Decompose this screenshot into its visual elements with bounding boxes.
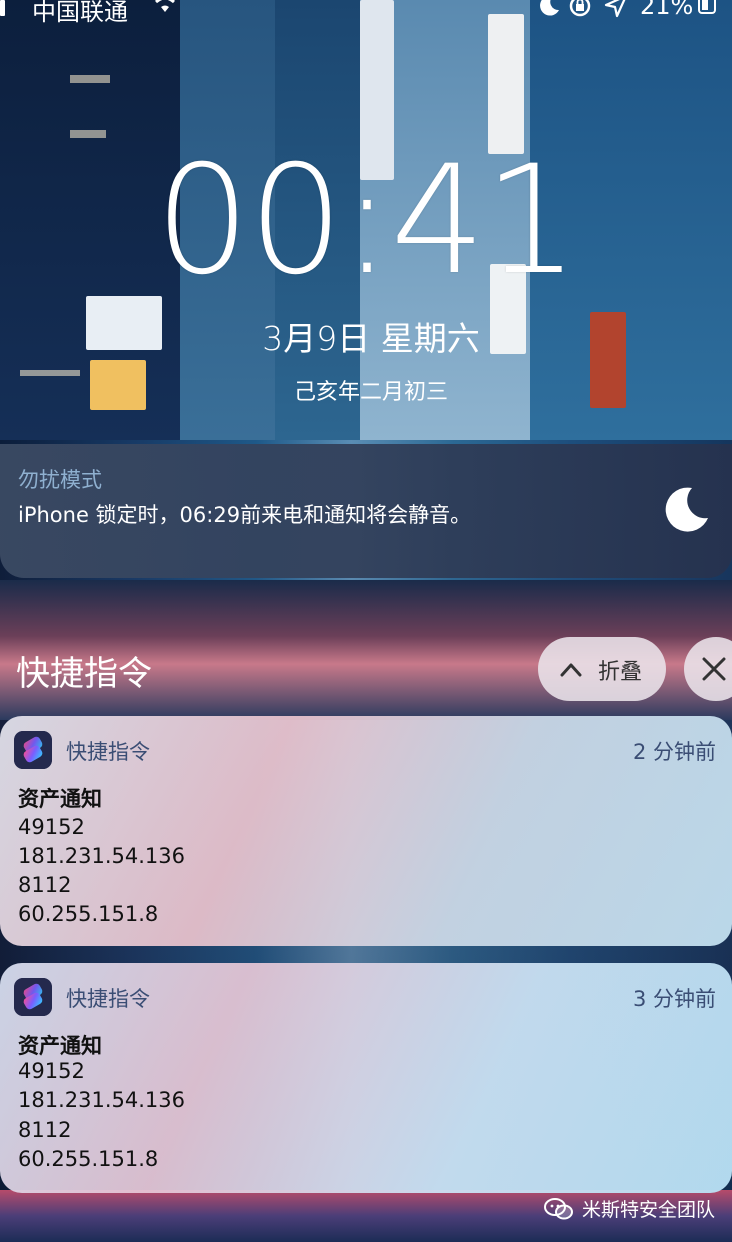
notification-group-title: 快捷指令	[16, 654, 152, 694]
notification-title: 资产通知	[18, 787, 102, 811]
notification-body-line: 60.255.151.8	[18, 902, 159, 926]
notification-body-line: 181.231.54.136	[18, 1088, 185, 1112]
wechat-icon	[544, 1198, 573, 1220]
wechat-watermark: 米斯特安全团队	[544, 1195, 724, 1223]
dnd-banner-message: iPhone 锁定时，06:29前来电和通知将会静音。	[18, 503, 472, 527]
wallpaper-sign	[488, 14, 524, 154]
notification-card[interactable]: 快捷指令 2 分钟前 资产通知 49152 181.231.54.136 811…	[0, 716, 732, 946]
carrier-name: 中国联通	[32, 0, 128, 26]
notification-card[interactable]: 快捷指令 3 分钟前 资产通知 49152 181.231.54.136 811…	[0, 963, 732, 1193]
chevron-up-icon	[560, 663, 582, 677]
do-not-disturb-icon	[540, 0, 559, 16]
status-bar: 中国联通 21%	[0, 0, 732, 26]
collapse-button[interactable]: 折叠	[538, 637, 666, 701]
notification-body-line: 49152	[18, 1059, 85, 1083]
shortcuts-app-icon	[14, 731, 52, 769]
notification-time: 2 分钟前	[632, 740, 716, 764]
lunar-date: 己亥年二月初三	[293, 380, 448, 405]
lock-screen-date: 3月9日 星期六	[262, 319, 480, 358]
notification-title: 资产通知	[18, 1034, 102, 1058]
wifi-icon	[155, 0, 175, 12]
orientation-lock-icon	[569, 0, 591, 17]
dnd-banner-title: 勿扰模式	[18, 468, 102, 492]
cellular-signal-icon	[0, 0, 14, 16]
notification-time: 3 分钟前	[632, 987, 716, 1011]
close-icon	[702, 657, 726, 681]
do-not-disturb-banner[interactable]: 勿扰模式 iPhone 锁定时，06:29前来电和通知将会静音。	[0, 444, 732, 578]
notification-body-line: 60.255.151.8	[18, 1147, 159, 1171]
notification-body-line: 8112	[18, 1118, 72, 1142]
moon-icon[interactable]	[662, 484, 712, 534]
battery-icon	[698, 0, 716, 14]
lock-screen-clock: 00:41	[154, 134, 579, 308]
shortcuts-app-icon	[14, 978, 52, 1016]
notification-body-line: 8112	[18, 873, 72, 897]
location-services-icon	[604, 0, 626, 18]
notification-app-name: 快捷指令	[66, 740, 150, 764]
collapse-button-label: 折叠	[598, 660, 643, 685]
wallpaper-window-light	[70, 75, 110, 83]
watermark-text: 米斯特安全团队	[582, 1199, 716, 1221]
notification-body-line: 181.231.54.136	[18, 844, 185, 868]
battery-percentage: 21%	[640, 0, 694, 20]
notification-app-name: 快捷指令	[66, 987, 150, 1011]
notification-body-line: 49152	[18, 815, 85, 839]
